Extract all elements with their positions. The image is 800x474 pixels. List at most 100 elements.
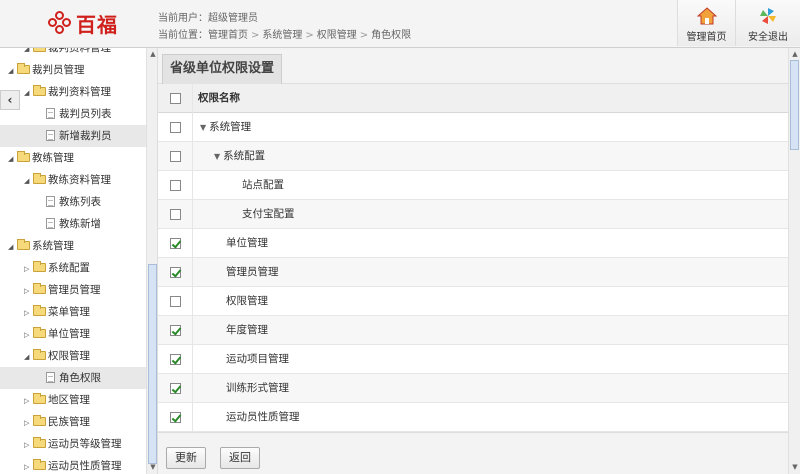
document-icon bbox=[46, 108, 55, 119]
form-footer: 更新 返回 bbox=[158, 432, 788, 474]
sidebar-item-label: 菜单管理 bbox=[48, 306, 90, 318]
expanded-arrow-icon[interactable]: ◢ bbox=[24, 346, 33, 368]
collapsed-arrow-icon[interactable]: ▷ bbox=[24, 456, 33, 474]
collapsed-arrow-icon[interactable]: ▷ bbox=[24, 434, 33, 456]
document-icon bbox=[46, 218, 55, 229]
sidebar: ◢ 裁判资料管理 ◢ 裁判员管理 ◢ 裁判资料管理 裁判员列表 新增裁判员 ◢ 教练管理 ◢ 教练资料… bbox=[0, 48, 158, 474]
sidebar-item-label: 裁判资料管理 bbox=[48, 86, 111, 98]
main-scrollbar[interactable]: ▲ ▼ bbox=[788, 48, 800, 474]
tab-permission-settings[interactable]: 省级单位权限设置 bbox=[162, 54, 282, 84]
table-row: 支付宝配置 bbox=[158, 200, 788, 229]
expanded-arrow-icon[interactable]: ◢ bbox=[24, 170, 33, 192]
breadcrumb-item-home[interactable]: 管理首页 bbox=[208, 30, 248, 41]
current-user: 当前用户：超级管理员 bbox=[158, 13, 258, 24]
folder-icon bbox=[33, 283, 46, 294]
header: 百福 当前用户：超级管理员 当前位置：管理首页 > 系统管理 > 权限管理 > 角色权限 管… bbox=[0, 0, 800, 48]
sidebar-item[interactable]: ◢ 裁判资料管理 bbox=[0, 81, 146, 103]
breadcrumb-item-system[interactable]: 系统管理 bbox=[262, 30, 302, 41]
expanded-arrow-icon[interactable]: ◢ bbox=[8, 236, 17, 258]
sidebar-item[interactable]: 新增裁判员 bbox=[0, 125, 146, 147]
folder-icon bbox=[17, 151, 30, 162]
permission-checkbox[interactable] bbox=[170, 122, 181, 133]
sidebar-item[interactable]: ▷ 系统配置 bbox=[0, 257, 146, 279]
sidebar-collapse-button[interactable]: ‹ bbox=[0, 90, 20, 110]
scroll-up-icon[interactable]: ▲ bbox=[148, 49, 157, 59]
logout-pinwheel-icon bbox=[760, 8, 776, 24]
permission-name: 运动员性质管理 bbox=[226, 411, 300, 423]
scroll-up-icon[interactable]: ▲ bbox=[790, 49, 800, 59]
sidebar-item[interactable]: ◢ 系统管理 bbox=[0, 235, 146, 257]
expand-arrow-icon[interactable]: ▼ bbox=[200, 123, 206, 132]
sidebar-item-label: 民族管理 bbox=[48, 416, 90, 428]
sidebar-item[interactable]: ▷ 运动员性质管理 bbox=[0, 455, 146, 474]
sidebar-item[interactable]: ▷ 管理员管理 bbox=[0, 279, 146, 301]
breadcrumb-separator-icon: > bbox=[251, 30, 260, 41]
permission-checkbox[interactable] bbox=[170, 296, 181, 307]
sidebar-item[interactable]: 教练新增 bbox=[0, 213, 146, 235]
current-user-name: 超级管理员 bbox=[208, 13, 258, 24]
expanded-arrow-icon[interactable]: ◢ bbox=[8, 60, 17, 82]
expanded-arrow-icon[interactable]: ◢ bbox=[8, 148, 17, 170]
main-scroll-thumb[interactable] bbox=[790, 60, 799, 150]
sidebar-item-label: 裁判员管理 bbox=[32, 64, 85, 76]
expand-arrow-icon[interactable]: ▼ bbox=[214, 152, 220, 161]
collapsed-arrow-icon[interactable]: ▷ bbox=[24, 390, 33, 412]
folder-icon bbox=[33, 327, 46, 338]
sidebar-item-label: 运动员性质管理 bbox=[48, 460, 122, 472]
permission-checkbox[interactable] bbox=[170, 151, 181, 162]
folder-icon bbox=[17, 63, 30, 74]
sidebar-item[interactable]: ◢ 裁判员管理 bbox=[0, 59, 146, 81]
folder-icon bbox=[33, 349, 46, 360]
sidebar-item[interactable]: ▷ 菜单管理 bbox=[0, 301, 146, 323]
main-panel: 省级单位权限设置 权限名称 ▼ 系统管理 ▼ 系统配置 站点配置 支付宝配置 单位管理 管理员… bbox=[158, 48, 800, 474]
table-row: 年度管理 bbox=[158, 316, 788, 345]
permission-checkbox[interactable] bbox=[170, 325, 181, 336]
permission-checkbox[interactable] bbox=[170, 209, 181, 220]
folder-icon bbox=[33, 437, 46, 448]
scroll-down-icon[interactable]: ▼ bbox=[148, 462, 157, 472]
document-icon bbox=[46, 130, 55, 141]
sidebar-item[interactable]: ◢ 教练管理 bbox=[0, 147, 146, 169]
column-header-name: 权限名称 bbox=[198, 92, 240, 104]
expanded-arrow-icon[interactable]: ◢ bbox=[24, 82, 33, 104]
sidebar-item[interactable]: ◢ 教练资料管理 bbox=[0, 169, 146, 191]
folder-icon bbox=[33, 393, 46, 404]
collapsed-arrow-icon[interactable]: ▷ bbox=[24, 258, 33, 280]
sidebar-item[interactable]: ▷ 单位管理 bbox=[0, 323, 146, 345]
sidebar-item[interactable]: ◢ 权限管理 bbox=[0, 345, 146, 367]
permission-checkbox[interactable] bbox=[170, 354, 181, 365]
breadcrumb-item-permission[interactable]: 权限管理 bbox=[317, 30, 357, 41]
permission-checkbox[interactable] bbox=[170, 238, 181, 249]
permission-name: 管理员管理 bbox=[226, 266, 279, 278]
scroll-down-icon[interactable]: ▼ bbox=[790, 462, 800, 472]
update-button[interactable]: 更新 bbox=[166, 447, 206, 469]
sidebar-item[interactable]: 角色权限 bbox=[0, 367, 146, 389]
select-all-checkbox[interactable] bbox=[170, 93, 181, 104]
collapsed-arrow-icon[interactable]: ▷ bbox=[24, 302, 33, 324]
permission-checkbox[interactable] bbox=[170, 180, 181, 191]
sidebar-item[interactable]: ▷ 运动员等级管理 bbox=[0, 433, 146, 455]
permission-checkbox[interactable] bbox=[170, 412, 181, 423]
sidebar-item[interactable]: 教练列表 bbox=[0, 191, 146, 213]
folder-icon bbox=[33, 48, 46, 52]
collapsed-arrow-icon[interactable]: ▷ bbox=[24, 280, 33, 302]
permission-name: 单位管理 bbox=[226, 237, 268, 249]
collapsed-arrow-icon[interactable]: ▷ bbox=[24, 412, 33, 434]
sidebar-item[interactable]: ▷ 民族管理 bbox=[0, 411, 146, 433]
table-row: 训练形式管理 bbox=[158, 374, 788, 403]
logout-button[interactable]: 安全退出 bbox=[735, 0, 800, 46]
breadcrumb-item-role: 角色权限 bbox=[371, 30, 412, 41]
sidebar-item-label: 系统配置 bbox=[48, 262, 90, 274]
sidebar-item[interactable]: ▷ 地区管理 bbox=[0, 389, 146, 411]
table-row: 管理员管理 bbox=[158, 258, 788, 287]
logo-flower-icon bbox=[48, 11, 72, 35]
sidebar-scroll-thumb[interactable] bbox=[148, 264, 157, 464]
permission-checkbox[interactable] bbox=[170, 267, 181, 278]
back-button[interactable]: 返回 bbox=[220, 447, 260, 469]
sidebar-item[interactable]: 裁判员列表 bbox=[0, 103, 146, 125]
sidebar-scrollbar[interactable]: ▲ ▼ bbox=[146, 48, 157, 474]
sidebar-item[interactable]: ◢ 裁判资料管理 bbox=[0, 48, 146, 59]
home-button[interactable]: 管理首页 bbox=[677, 0, 735, 46]
collapsed-arrow-icon[interactable]: ▷ bbox=[24, 324, 33, 346]
permission-checkbox[interactable] bbox=[170, 383, 181, 394]
